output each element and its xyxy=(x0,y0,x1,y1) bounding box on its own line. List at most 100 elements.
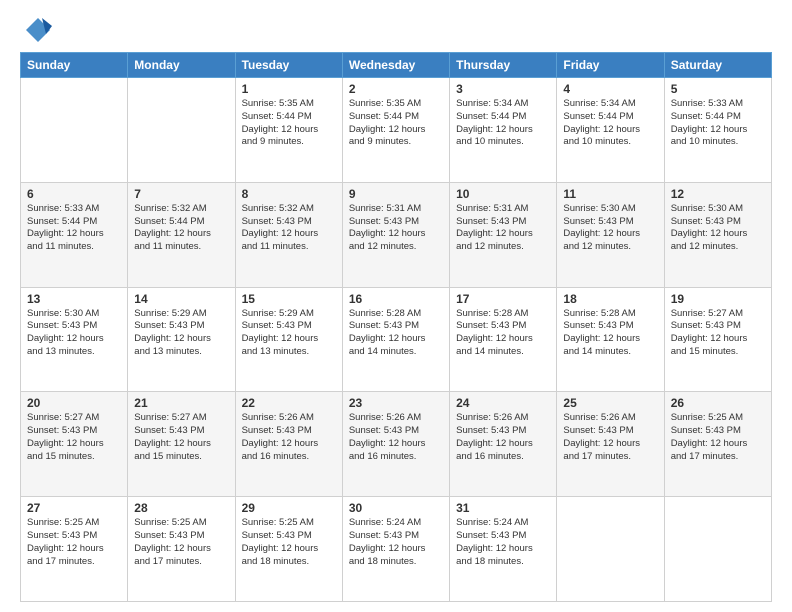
header-row: Sunday Monday Tuesday Wednesday Thursday… xyxy=(21,53,772,78)
calendar-week-row: 13Sunrise: 5:30 AMSunset: 5:43 PMDayligh… xyxy=(21,287,772,392)
day-detail: Sunrise: 5:35 AMSunset: 5:44 PMDaylight:… xyxy=(349,98,426,147)
day-detail: Sunrise: 5:32 AMSunset: 5:43 PMDaylight:… xyxy=(242,203,319,252)
day-detail: Sunrise: 5:28 AMSunset: 5:43 PMDaylight:… xyxy=(456,308,533,357)
calendar-cell: 3 Sunrise: 5:34 AMSunset: 5:44 PMDaylight… xyxy=(450,78,557,183)
calendar-cell: 27 Sunrise: 5:25 AMSunset: 5:43 PMDayligh… xyxy=(21,497,128,602)
day-detail: Sunrise: 5:27 AMSunset: 5:43 PMDaylight:… xyxy=(27,412,104,461)
day-number: 3 xyxy=(456,82,550,96)
day-detail: Sunrise: 5:28 AMSunset: 5:43 PMDaylight:… xyxy=(349,308,426,357)
calendar-cell: 7 Sunrise: 5:32 AMSunset: 5:44 PMDaylight… xyxy=(128,182,235,287)
day-number: 30 xyxy=(349,501,443,515)
day-number: 24 xyxy=(456,396,550,410)
calendar-cell: 9 Sunrise: 5:31 AMSunset: 5:43 PMDaylight… xyxy=(342,182,449,287)
calendar-cell: 30 Sunrise: 5:24 AMSunset: 5:43 PMDayligh… xyxy=(342,497,449,602)
calendar-cell: 12Sunrise: 5:30 AMSunset: 5:43 PMDayligh… xyxy=(664,182,771,287)
day-detail: Sunrise: 5:26 AMSunset: 5:43 PMDaylight:… xyxy=(563,412,640,461)
day-number: 17 xyxy=(456,292,550,306)
day-detail: Sunrise: 5:25 AMSunset: 5:43 PMDaylight:… xyxy=(671,412,748,461)
day-number: 15 xyxy=(242,292,336,306)
day-detail: Sunrise: 5:30 AMSunset: 5:43 PMDaylight:… xyxy=(563,203,640,252)
calendar-cell: 1 Sunrise: 5:35 AMSunset: 5:44 PMDaylight… xyxy=(235,78,342,183)
day-detail: Sunrise: 5:33 AMSunset: 5:44 PMDaylight:… xyxy=(27,203,104,252)
calendar-cell: 25Sunrise: 5:26 AMSunset: 5:43 PMDayligh… xyxy=(557,392,664,497)
day-number: 8 xyxy=(242,187,336,201)
day-number: 4 xyxy=(563,82,657,96)
calendar-cell: 29Sunrise: 5:25 AMSunset: 5:43 PMDayligh… xyxy=(235,497,342,602)
day-detail: Sunrise: 5:24 AMSunset: 5:43 PMDaylight:… xyxy=(456,517,533,566)
calendar-cell: 10 Sunrise: 5:31 AMSunset: 5:43 PMDayligh… xyxy=(450,182,557,287)
day-detail: Sunrise: 5:35 AMSunset: 5:44 PMDaylight:… xyxy=(242,98,319,147)
day-detail: Sunrise: 5:27 AMSunset: 5:43 PMDaylight:… xyxy=(134,412,211,461)
calendar-cell: 24 Sunrise: 5:26 AMSunset: 5:43 PMDayligh… xyxy=(450,392,557,497)
col-tuesday: Tuesday xyxy=(235,53,342,78)
header xyxy=(20,16,772,44)
calendar-cell: 28 Sunrise: 5:25 AMSunset: 5:43 PMDayligh… xyxy=(128,497,235,602)
calendar-cell: 19 Sunrise: 5:27 AMSunset: 5:43 PMDayligh… xyxy=(664,287,771,392)
day-number: 18 xyxy=(563,292,657,306)
calendar-cell: 21 Sunrise: 5:27 AMSunset: 5:43 PMDayligh… xyxy=(128,392,235,497)
day-number: 23 xyxy=(349,396,443,410)
calendar-week-row: 27 Sunrise: 5:25 AMSunset: 5:43 PMDayligh… xyxy=(21,497,772,602)
logo xyxy=(20,16,52,44)
calendar-cell: 26 Sunrise: 5:25 AMSunset: 5:43 PMDayligh… xyxy=(664,392,771,497)
day-detail: Sunrise: 5:29 AMSunset: 5:43 PMDaylight:… xyxy=(134,308,211,357)
day-detail: Sunrise: 5:34 AMSunset: 5:44 PMDaylight:… xyxy=(563,98,640,147)
day-detail: Sunrise: 5:31 AMSunset: 5:43 PMDaylight:… xyxy=(456,203,533,252)
calendar-cell: 6 Sunrise: 5:33 AMSunset: 5:44 PMDaylight… xyxy=(21,182,128,287)
calendar-cell xyxy=(664,497,771,602)
day-number: 19 xyxy=(671,292,765,306)
calendar-table: Sunday Monday Tuesday Wednesday Thursday… xyxy=(20,52,772,602)
calendar-week-row: 6 Sunrise: 5:33 AMSunset: 5:44 PMDaylight… xyxy=(21,182,772,287)
day-number: 27 xyxy=(27,501,121,515)
day-detail: Sunrise: 5:25 AMSunset: 5:43 PMDaylight:… xyxy=(27,517,104,566)
day-detail: Sunrise: 5:26 AMSunset: 5:43 PMDaylight:… xyxy=(456,412,533,461)
day-detail: Sunrise: 5:30 AMSunset: 5:43 PMDaylight:… xyxy=(671,203,748,252)
col-sunday: Sunday xyxy=(21,53,128,78)
day-detail: Sunrise: 5:24 AMSunset: 5:43 PMDaylight:… xyxy=(349,517,426,566)
day-detail: Sunrise: 5:31 AMSunset: 5:43 PMDaylight:… xyxy=(349,203,426,252)
col-friday: Friday xyxy=(557,53,664,78)
calendar-cell: 11 Sunrise: 5:30 AMSunset: 5:43 PMDayligh… xyxy=(557,182,664,287)
day-detail: Sunrise: 5:30 AMSunset: 5:43 PMDaylight:… xyxy=(27,308,104,357)
calendar-cell: 2 Sunrise: 5:35 AMSunset: 5:44 PMDaylight… xyxy=(342,78,449,183)
day-number: 26 xyxy=(671,396,765,410)
day-number: 1 xyxy=(242,82,336,96)
logo-icon xyxy=(24,16,52,44)
day-detail: Sunrise: 5:32 AMSunset: 5:44 PMDaylight:… xyxy=(134,203,211,252)
day-number: 7 xyxy=(134,187,228,201)
page: Sunday Monday Tuesday Wednesday Thursday… xyxy=(0,0,792,612)
calendar-cell: 31Sunrise: 5:24 AMSunset: 5:43 PMDayligh… xyxy=(450,497,557,602)
day-number: 22 xyxy=(242,396,336,410)
calendar-week-row: 20 Sunrise: 5:27 AMSunset: 5:43 PMDayligh… xyxy=(21,392,772,497)
calendar-cell: 22 Sunrise: 5:26 AMSunset: 5:43 PMDayligh… xyxy=(235,392,342,497)
col-monday: Monday xyxy=(128,53,235,78)
col-wednesday: Wednesday xyxy=(342,53,449,78)
day-number: 21 xyxy=(134,396,228,410)
day-number: 6 xyxy=(27,187,121,201)
day-number: 14 xyxy=(134,292,228,306)
calendar-cell: 14 Sunrise: 5:29 AMSunset: 5:43 PMDayligh… xyxy=(128,287,235,392)
day-number: 9 xyxy=(349,187,443,201)
day-number: 28 xyxy=(134,501,228,515)
day-number: 16 xyxy=(349,292,443,306)
col-thursday: Thursday xyxy=(450,53,557,78)
calendar-cell xyxy=(128,78,235,183)
day-detail: Sunrise: 5:34 AMSunset: 5:44 PMDaylight:… xyxy=(456,98,533,147)
day-detail: Sunrise: 5:28 AMSunset: 5:43 PMDaylight:… xyxy=(563,308,640,357)
day-detail: Sunrise: 5:25 AMSunset: 5:43 PMDaylight:… xyxy=(242,517,319,566)
calendar-cell: 16 Sunrise: 5:28 AMSunset: 5:43 PMDayligh… xyxy=(342,287,449,392)
calendar-cell: 15Sunrise: 5:29 AMSunset: 5:43 PMDayligh… xyxy=(235,287,342,392)
calendar-cell: 17 Sunrise: 5:28 AMSunset: 5:43 PMDayligh… xyxy=(450,287,557,392)
day-detail: Sunrise: 5:26 AMSunset: 5:43 PMDaylight:… xyxy=(349,412,426,461)
calendar-cell xyxy=(557,497,664,602)
day-detail: Sunrise: 5:26 AMSunset: 5:43 PMDaylight:… xyxy=(242,412,319,461)
calendar-cell: 5Sunrise: 5:33 AMSunset: 5:44 PMDaylight… xyxy=(664,78,771,183)
day-number: 10 xyxy=(456,187,550,201)
day-detail: Sunrise: 5:27 AMSunset: 5:43 PMDaylight:… xyxy=(671,308,748,357)
day-number: 20 xyxy=(27,396,121,410)
calendar-cell: 20 Sunrise: 5:27 AMSunset: 5:43 PMDayligh… xyxy=(21,392,128,497)
calendar-cell: 13Sunrise: 5:30 AMSunset: 5:43 PMDayligh… xyxy=(21,287,128,392)
day-number: 11 xyxy=(563,187,657,201)
day-detail: Sunrise: 5:25 AMSunset: 5:43 PMDaylight:… xyxy=(134,517,211,566)
day-number: 2 xyxy=(349,82,443,96)
